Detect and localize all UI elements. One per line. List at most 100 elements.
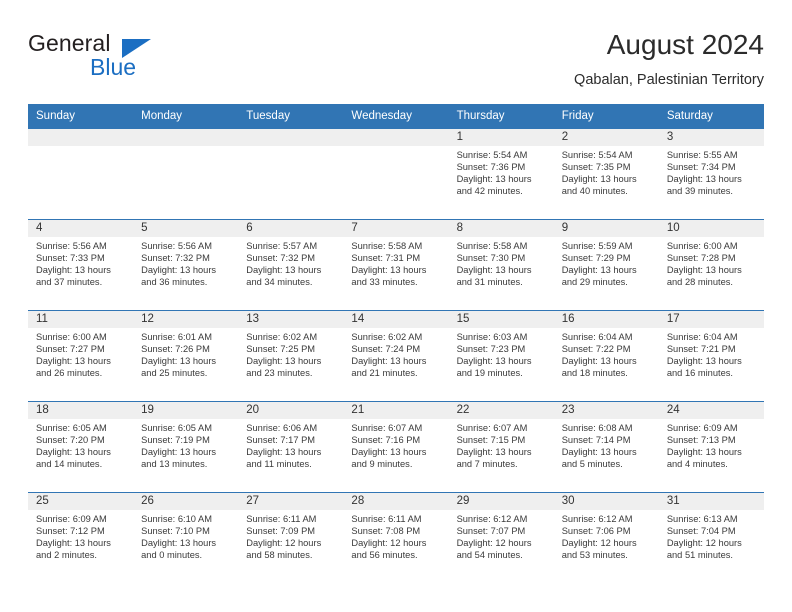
sunset-text: Sunset: 7:32 PM	[141, 252, 210, 263]
sunrise-text: Sunrise: 6:08 AM	[561, 423, 633, 433]
page-title: August 2024	[606, 29, 764, 60]
sunset-text: Sunset: 7:36 PM	[456, 161, 526, 172]
calendar-day-cell[interactable]: 9 Sunrise: 5:59 AM Sunset: 7:29 PM Daylight…	[553, 219, 659, 311]
sunrise-text: Sunrise: 6:02 AM	[351, 332, 423, 342]
daylight-text-line2: and 14 minutes.	[36, 458, 103, 469]
calendar-page: General Blue August 2024 Qabalan, Palest…	[0, 0, 792, 612]
sunset-text: Sunset: 7:15 PM	[456, 434, 526, 445]
calendar-day-cell[interactable]: 29 Sunrise: 6:12 AM Sunset: 7:07 PM Dayligh…	[448, 492, 554, 583]
brand-logo[interactable]: General Blue	[28, 30, 208, 86]
calendar-header-row: Sunday Monday Tuesday Wednesday Thursday…	[28, 104, 764, 129]
calendar-day-cell[interactable]: 22 Sunrise: 6:07 AM Sunset: 7:15 PM Dayligh…	[448, 401, 554, 493]
day-details: Sunrise: 6:02 AM Sunset: 7:24 PM Daylight:…	[343, 328, 448, 380]
calendar-day-cell[interactable]: 15 Sunrise: 6:03 AM Sunset: 7:23 PM Dayligh…	[448, 310, 554, 402]
calendar-day-cell[interactable]: 5 Sunrise: 5:56 AM Sunset: 7:32 PM Daylight…	[133, 219, 239, 311]
page-header: General Blue August 2024 Qabalan, Palest…	[28, 29, 764, 96]
calendar-week-row: 25 Sunrise: 6:09 AM Sunset: 7:12 PM Dayligh…	[28, 492, 764, 583]
calendar-day-cell[interactable]: 17 Sunrise: 6:04 AM Sunset: 7:21 PM Dayligh…	[658, 310, 764, 402]
sunrise-text: Sunrise: 5:58 AM	[456, 241, 528, 251]
sunrise-text: Sunrise: 6:12 AM	[561, 514, 633, 524]
calendar-day-cell[interactable]: 16 Sunrise: 6:04 AM Sunset: 7:22 PM Dayligh…	[553, 310, 659, 402]
day-number: 10	[658, 220, 764, 237]
day-number: 25	[28, 493, 134, 510]
day-details: Sunrise: 5:57 AM Sunset: 7:32 PM Daylight:…	[238, 237, 343, 289]
sunset-text: Sunset: 7:24 PM	[351, 343, 421, 354]
sunrise-text: Sunrise: 6:07 AM	[456, 423, 528, 433]
daylight-text-line2: and 42 minutes.	[456, 185, 523, 196]
calendar-day-cell[interactable]: 1 Sunrise: 5:54 AM Sunset: 7:36 PM Daylight…	[448, 128, 554, 220]
day-number: 4	[28, 220, 134, 237]
day-details: Sunrise: 6:06 AM Sunset: 7:17 PM Daylight:…	[238, 419, 343, 471]
day-number: 17	[658, 311, 764, 328]
daylight-text-line2: and 11 minutes.	[246, 458, 312, 469]
calendar-day-cell[interactable]: 2 Sunrise: 5:54 AM Sunset: 7:35 PM Daylight…	[553, 128, 659, 220]
day-number: 2	[553, 129, 659, 146]
calendar-day-cell[interactable]: 30 Sunrise: 6:12 AM Sunset: 7:06 PM Dayligh…	[553, 492, 659, 583]
calendar-day-cell[interactable]: 27 Sunrise: 6:11 AM Sunset: 7:09 PM Dayligh…	[238, 492, 344, 583]
day-details: Sunrise: 6:01 AM Sunset: 7:26 PM Daylight:…	[133, 328, 238, 380]
sunset-text: Sunset: 7:08 PM	[351, 525, 421, 536]
daylight-text-line2: and 13 minutes.	[141, 458, 208, 469]
calendar-day-cell[interactable]: 10 Sunrise: 6:00 AM Sunset: 7:28 PM Dayligh…	[658, 219, 764, 311]
calendar-day-cell[interactable]: 18 Sunrise: 6:05 AM Sunset: 7:20 PM Dayligh…	[28, 401, 134, 493]
sunrise-text: Sunrise: 5:58 AM	[351, 241, 423, 251]
sunset-text: Sunset: 7:04 PM	[666, 525, 736, 536]
calendar-day-cell[interactable]: 31 Sunrise: 6:13 AM Sunset: 7:04 PM Dayligh…	[658, 492, 764, 583]
daylight-text-line2: and 7 minutes.	[456, 458, 518, 469]
sunset-text: Sunset: 7:13 PM	[666, 434, 736, 445]
calendar-day-cell-empty	[28, 128, 134, 220]
day-details: Sunrise: 5:55 AM Sunset: 7:34 PM Daylight:…	[659, 146, 764, 198]
day-number: 18	[28, 402, 134, 419]
weekday-header-monday: Monday	[133, 104, 239, 129]
calendar-day-cell[interactable]: 24 Sunrise: 6:09 AM Sunset: 7:13 PM Dayligh…	[658, 401, 764, 493]
daylight-text-line1: Daylight: 13 hours	[456, 446, 532, 457]
day-details: Sunrise: 5:54 AM Sunset: 7:35 PM Daylight:…	[554, 146, 659, 198]
calendar-day-cell[interactable]: 3 Sunrise: 5:55 AM Sunset: 7:34 PM Daylight…	[658, 128, 764, 220]
day-details: Sunrise: 6:04 AM Sunset: 7:21 PM Daylight:…	[659, 328, 764, 380]
daylight-text-line1: Daylight: 12 hours	[666, 537, 742, 548]
daylight-text-line1: Daylight: 13 hours	[246, 355, 322, 366]
calendar-day-cell[interactable]: 12 Sunrise: 6:01 AM Sunset: 7:26 PM Dayligh…	[133, 310, 239, 402]
daylight-text-line2: and 54 minutes.	[456, 549, 523, 560]
sunset-text: Sunset: 7:29 PM	[561, 252, 631, 263]
daylight-text-line1: Daylight: 13 hours	[666, 173, 742, 184]
calendar-day-cell[interactable]: 6 Sunrise: 5:57 AM Sunset: 7:32 PM Daylight…	[238, 219, 344, 311]
calendar-day-cell[interactable]: 14 Sunrise: 6:02 AM Sunset: 7:24 PM Dayligh…	[343, 310, 449, 402]
day-number: 28	[343, 493, 449, 510]
daylight-text-line1: Daylight: 13 hours	[351, 446, 427, 457]
day-details: Sunrise: 5:58 AM Sunset: 7:31 PM Daylight:…	[343, 237, 448, 289]
calendar-day-cell[interactable]: 23 Sunrise: 6:08 AM Sunset: 7:14 PM Dayligh…	[553, 401, 659, 493]
calendar-day-cell[interactable]: 28 Sunrise: 6:11 AM Sunset: 7:08 PM Dayligh…	[343, 492, 449, 583]
daylight-text-line1: Daylight: 13 hours	[246, 446, 322, 457]
calendar-day-cell[interactable]: 8 Sunrise: 5:58 AM Sunset: 7:30 PM Daylight…	[448, 219, 554, 311]
day-details: Sunrise: 6:03 AM Sunset: 7:23 PM Daylight:…	[449, 328, 554, 380]
day-number: 11	[28, 311, 134, 328]
calendar-week-row: 11 Sunrise: 6:00 AM Sunset: 7:27 PM Dayligh…	[28, 310, 764, 402]
calendar-day-cell[interactable]: 13 Sunrise: 6:02 AM Sunset: 7:25 PM Dayligh…	[238, 310, 344, 402]
day-number: 16	[553, 311, 659, 328]
daylight-text-line2: and 26 minutes.	[36, 367, 103, 378]
calendar-day-cell[interactable]: 26 Sunrise: 6:10 AM Sunset: 7:10 PM Dayligh…	[133, 492, 239, 583]
daylight-text-line2: and 18 minutes.	[561, 367, 628, 378]
daylight-text-line1: Daylight: 13 hours	[456, 355, 532, 366]
calendar-day-cell[interactable]: 11 Sunrise: 6:00 AM Sunset: 7:27 PM Dayligh…	[28, 310, 134, 402]
calendar-day-cell-empty	[343, 128, 449, 220]
calendar-day-cell[interactable]: 20 Sunrise: 6:06 AM Sunset: 7:17 PM Dayligh…	[238, 401, 344, 493]
calendar-day-cell[interactable]: 4 Sunrise: 5:56 AM Sunset: 7:33 PM Daylight…	[28, 219, 134, 311]
calendar-day-cell[interactable]: 21 Sunrise: 6:07 AM Sunset: 7:16 PM Dayligh…	[343, 401, 449, 493]
sunset-text: Sunset: 7:34 PM	[666, 161, 736, 172]
calendar-week-row: 4 Sunrise: 5:56 AM Sunset: 7:33 PM Daylight…	[28, 219, 764, 311]
sunrise-text: Sunrise: 6:10 AM	[141, 514, 212, 524]
brand-name-general: General	[28, 30, 111, 56]
daylight-text-line2: and 56 minutes.	[351, 549, 418, 560]
sunset-text: Sunset: 7:06 PM	[561, 525, 631, 536]
daylight-text-line1: Daylight: 13 hours	[36, 264, 111, 275]
calendar-day-cell[interactable]: 7 Sunrise: 5:58 AM Sunset: 7:31 PM Daylight…	[343, 219, 449, 311]
sunrise-text: Sunrise: 5:56 AM	[141, 241, 212, 251]
daylight-text-line1: Daylight: 13 hours	[36, 537, 111, 548]
sunset-text: Sunset: 7:30 PM	[456, 252, 526, 263]
day-number	[133, 129, 239, 146]
calendar-day-cell[interactable]: 19 Sunrise: 6:05 AM Sunset: 7:19 PM Dayligh…	[133, 401, 239, 493]
page-subtitle: Qabalan, Palestinian Territory	[574, 72, 764, 88]
calendar-day-cell[interactable]: 25 Sunrise: 6:09 AM Sunset: 7:12 PM Dayligh…	[28, 492, 134, 583]
